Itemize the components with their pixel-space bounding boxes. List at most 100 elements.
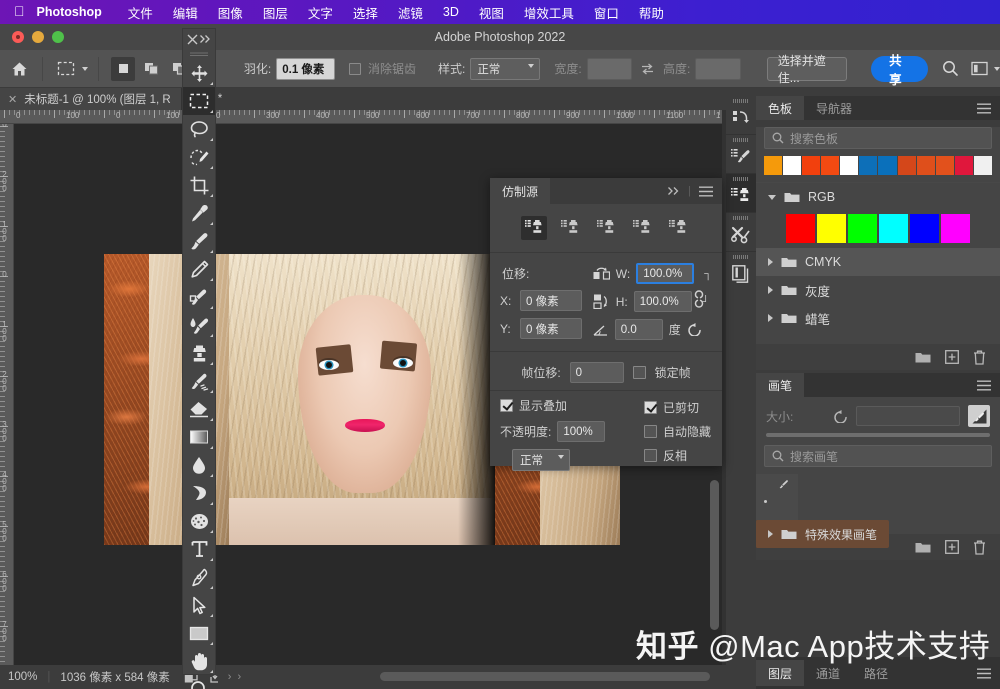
swatch-group-cmyk[interactable]: CMYK bbox=[756, 248, 1000, 276]
antialias-checkbox[interactable] bbox=[349, 63, 361, 75]
search-icon[interactable] bbox=[942, 60, 959, 77]
flip-vertical-icon[interactable] bbox=[593, 294, 610, 309]
share-button[interactable]: 共享 bbox=[871, 56, 928, 82]
menu-item-select[interactable]: 选择 bbox=[343, 3, 388, 22]
menu-item-plugins[interactable]: 增效工具 bbox=[514, 3, 584, 22]
recent-swatch-2[interactable] bbox=[783, 156, 801, 175]
brush-size-input[interactable] bbox=[856, 406, 960, 426]
status-chevron[interactable]: › › bbox=[228, 671, 241, 683]
menu-item-image[interactable]: 图像 bbox=[208, 3, 253, 22]
recent-swatch-7[interactable] bbox=[878, 156, 896, 175]
show-overlay-checkbox[interactable] bbox=[500, 399, 513, 412]
horizontal-ruler[interactable]: 010001000300400500600700800900100011001 bbox=[0, 110, 722, 124]
chevron-down-icon[interactable] bbox=[82, 67, 88, 71]
recent-swatch-9[interactable] bbox=[917, 156, 935, 175]
double-chevron-right-icon[interactable] bbox=[199, 34, 211, 44]
blend-mode-select[interactable]: 正常 bbox=[512, 449, 570, 471]
workspace-icon[interactable] bbox=[971, 61, 988, 76]
hamburger-menu-icon[interactable] bbox=[977, 668, 1000, 679]
tool-lasso[interactable] bbox=[183, 115, 215, 143]
close-icon[interactable]: ✕ bbox=[8, 93, 17, 106]
brush-search-field[interactable]: 搜索画笔 bbox=[764, 445, 992, 467]
swatch-group-rgb[interactable]: RGB bbox=[756, 183, 1000, 211]
brush-group-special-effects[interactable]: 特殊效果画笔 bbox=[756, 520, 889, 548]
maximize-window-button[interactable] bbox=[52, 31, 64, 43]
tool-gradient[interactable] bbox=[183, 423, 215, 451]
style-select[interactable]: 正常 bbox=[470, 58, 540, 80]
add-to-selection-button[interactable] bbox=[139, 57, 163, 81]
hamburger-menu-icon[interactable] bbox=[699, 186, 713, 197]
tool-clone-stamp[interactable] bbox=[183, 339, 215, 367]
tool-history-brush[interactable] bbox=[183, 367, 215, 395]
menu-item-help[interactable]: 帮助 bbox=[629, 3, 674, 22]
canvas-vertical-scrollbar[interactable] bbox=[710, 480, 719, 630]
x-offset-input[interactable]: 0 像素 bbox=[520, 290, 582, 311]
delete-brush-icon[interactable] bbox=[973, 540, 986, 555]
menu-item-view[interactable]: 视图 bbox=[469, 3, 514, 22]
rail-brush-settings-icon[interactable] bbox=[726, 135, 756, 173]
rgb-swatch-6[interactable] bbox=[941, 214, 970, 243]
hamburger-menu-icon[interactable] bbox=[977, 103, 1000, 114]
tab-clone-source[interactable]: 仿制源 bbox=[490, 178, 550, 204]
reset-icon[interactable] bbox=[687, 323, 702, 336]
feather-input[interactable]: 0.1 像素 bbox=[276, 58, 335, 80]
clone-source-slot-2[interactable] bbox=[557, 216, 583, 240]
swatches-search-field[interactable]: 搜索色板 bbox=[764, 127, 992, 149]
document-tab[interactable]: ✕ 未标题-1 @ 100% (图层 1, R bbox=[0, 88, 182, 110]
rail-layer-comps-icon[interactable] bbox=[726, 252, 756, 290]
tool-rectangle[interactable] bbox=[183, 619, 215, 647]
link-icon[interactable] bbox=[692, 288, 706, 310]
tool-dodge[interactable] bbox=[183, 479, 215, 507]
clipped-checkbox[interactable] bbox=[644, 401, 657, 414]
width-input[interactable] bbox=[587, 58, 632, 80]
height-input[interactable] bbox=[695, 58, 740, 80]
recent-swatch-3[interactable] bbox=[802, 156, 820, 175]
horizontal-scrollbar[interactable] bbox=[380, 672, 710, 681]
recent-swatches-row[interactable] bbox=[756, 156, 1000, 182]
rgb-swatch-5[interactable] bbox=[910, 214, 939, 243]
brush-settings-toggle-icon[interactable] bbox=[968, 405, 990, 427]
tool-pattern-stamp[interactable] bbox=[183, 283, 215, 311]
recent-swatch-8[interactable] bbox=[898, 156, 916, 175]
rgb-swatch-4[interactable] bbox=[879, 214, 908, 243]
tools-drag-grip[interactable] bbox=[183, 49, 215, 59]
recent-swatch-5[interactable] bbox=[840, 156, 858, 175]
delete-icon[interactable] bbox=[973, 350, 986, 365]
rgb-swatch-2[interactable] bbox=[817, 214, 846, 243]
tool-mixer-brush[interactable] bbox=[183, 311, 215, 339]
menu-item-edit[interactable]: 编辑 bbox=[163, 3, 208, 22]
tool-brush[interactable] bbox=[183, 227, 215, 255]
menu-item-window[interactable]: 窗口 bbox=[584, 3, 629, 22]
recent-swatch-6[interactable] bbox=[859, 156, 877, 175]
rgb-swatch-1[interactable] bbox=[786, 214, 815, 243]
scale-height-input[interactable]: 100.0% bbox=[634, 291, 692, 312]
recent-swatch-1[interactable] bbox=[764, 156, 782, 175]
tab-navigator[interactable]: 导航器 bbox=[804, 96, 864, 120]
home-icon[interactable] bbox=[0, 61, 38, 77]
rail-tool-presets-icon[interactable] bbox=[726, 213, 756, 251]
clone-source-slot-1[interactable] bbox=[521, 216, 547, 240]
clone-source-slot-3[interactable] bbox=[593, 216, 619, 240]
recent-swatch-11[interactable] bbox=[955, 156, 973, 175]
reset-icon[interactable] bbox=[833, 410, 848, 423]
vertical-ruler[interactable]: 02001000100200300400500600700 bbox=[0, 124, 14, 665]
menu-item-layer[interactable]: 图层 bbox=[253, 3, 298, 22]
rail-clone-source-icon[interactable] bbox=[726, 174, 756, 212]
rail-history-icon[interactable] bbox=[726, 96, 756, 134]
brush-preset-item[interactable] bbox=[756, 474, 798, 520]
tool-eyedropper[interactable] bbox=[183, 199, 215, 227]
collapse-tools-icon[interactable] bbox=[187, 34, 198, 45]
document-dimensions[interactable]: 1036 像素 x 584 像素 bbox=[50, 669, 179, 685]
new-selection-button[interactable] bbox=[111, 57, 135, 81]
new-brush-icon[interactable] bbox=[945, 540, 959, 554]
brush-size-slider[interactable] bbox=[766, 433, 990, 437]
tool-object-selection[interactable] bbox=[183, 143, 215, 171]
tool-sponge[interactable] bbox=[183, 507, 215, 535]
tool-pen[interactable] bbox=[183, 563, 215, 591]
tab-swatches[interactable]: 色板 bbox=[756, 96, 804, 120]
flip-horizontal-icon[interactable] bbox=[593, 266, 610, 281]
frame-offset-input[interactable]: 0 bbox=[570, 362, 624, 383]
menubar-app-name[interactable]: Photoshop bbox=[37, 5, 102, 19]
hamburger-menu-icon[interactable] bbox=[977, 380, 1000, 391]
tool-eraser[interactable] bbox=[183, 395, 215, 423]
